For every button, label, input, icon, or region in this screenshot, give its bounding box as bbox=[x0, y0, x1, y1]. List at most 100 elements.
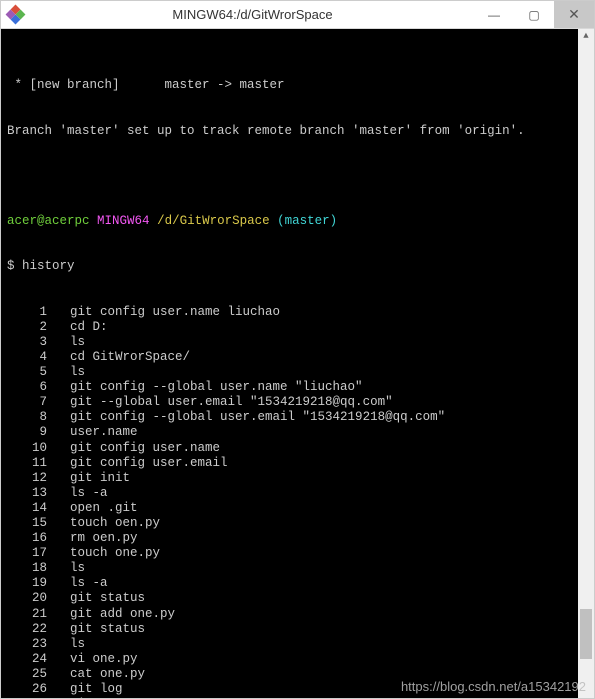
history-command: ls bbox=[70, 335, 85, 349]
history-number: 23 bbox=[7, 637, 47, 652]
history-number: 25 bbox=[7, 667, 47, 682]
history-line: 17 touch one.py bbox=[7, 546, 588, 561]
history-number: 21 bbox=[7, 607, 47, 622]
history-command: cd D: bbox=[70, 320, 108, 334]
history-command: git status bbox=[70, 622, 145, 636]
prompt-userhost: acer@acerpc bbox=[7, 214, 90, 228]
history-command: git init bbox=[70, 471, 130, 485]
history-line: 19 ls -a bbox=[7, 576, 588, 591]
history-line: 21 git add one.py bbox=[7, 607, 588, 622]
minimize-button[interactable]: — bbox=[474, 1, 514, 28]
history-command: git log bbox=[70, 682, 123, 696]
window-title: MINGW64:/d/GitWrorSpace bbox=[31, 7, 474, 22]
output-line: * [new branch] master -> master bbox=[7, 78, 588, 93]
history-number: 18 bbox=[7, 561, 47, 576]
history-number: 10 bbox=[7, 441, 47, 456]
history-number: 14 bbox=[7, 501, 47, 516]
history-line: 4 cd GitWrorSpace/ bbox=[7, 350, 588, 365]
history-number: 17 bbox=[7, 546, 47, 561]
window-controls: — ▢ ✕ bbox=[474, 1, 594, 28]
history-number: 5 bbox=[7, 365, 47, 380]
scrollbar-track[interactable]: ▲ bbox=[578, 29, 594, 698]
prompt-shell: MINGW64 bbox=[97, 214, 150, 228]
history-number: 6 bbox=[7, 380, 47, 395]
history-line: 12 git init bbox=[7, 471, 588, 486]
history-command: git config user.email bbox=[70, 456, 228, 470]
history-command: touch one.py bbox=[70, 546, 160, 560]
history-line: 10 git config user.name bbox=[7, 441, 588, 456]
history-line: 8 git config --global user.email "153421… bbox=[7, 410, 588, 425]
history-command: ls -a bbox=[70, 576, 108, 590]
history-number: 8 bbox=[7, 410, 47, 425]
scroll-up-arrow[interactable]: ▲ bbox=[578, 29, 594, 45]
history-command: ls bbox=[70, 637, 85, 651]
history-number: 22 bbox=[7, 622, 47, 637]
prompt-branch: (master) bbox=[277, 214, 337, 228]
history-command: ls bbox=[70, 365, 85, 379]
blank-line bbox=[7, 169, 588, 184]
mingw-icon bbox=[7, 6, 25, 24]
history-command: cd GitWrorSpace/ bbox=[70, 350, 190, 364]
history-number: 15 bbox=[7, 516, 47, 531]
history-command: ls -a bbox=[70, 486, 108, 500]
history-command: git config --global user.name "liuchao" bbox=[70, 380, 363, 394]
scrollbar-thumb[interactable] bbox=[580, 609, 592, 659]
history-line: 3 ls bbox=[7, 335, 588, 350]
maximize-button[interactable]: ▢ bbox=[514, 1, 554, 28]
history-line: 6 git config --global user.name "liuchao… bbox=[7, 380, 588, 395]
history-number: 19 bbox=[7, 576, 47, 591]
history-command: git add one.py bbox=[70, 607, 175, 621]
history-number: 2 bbox=[7, 320, 47, 335]
history-number: 11 bbox=[7, 456, 47, 471]
history-number: 4 bbox=[7, 350, 47, 365]
history-number: 20 bbox=[7, 591, 47, 606]
history-command: cat one.py bbox=[70, 667, 145, 681]
history-line: 15 touch oen.py bbox=[7, 516, 588, 531]
history-command: rm oen.py bbox=[70, 531, 138, 545]
history-line: 11 git config user.email bbox=[7, 456, 588, 471]
titlebar[interactable]: MINGW64:/d/GitWrorSpace — ▢ ✕ bbox=[1, 1, 594, 29]
history-number: 24 bbox=[7, 652, 47, 667]
history-number: 27 bbox=[7, 697, 47, 698]
prompt-path: /d/GitWrorSpace bbox=[157, 214, 270, 228]
history-list: 1 git config user.name liuchao2 cd D:3 l… bbox=[7, 305, 588, 698]
history-line: 18 ls bbox=[7, 561, 588, 576]
history-line: 13 ls -a bbox=[7, 486, 588, 501]
history-number: 9 bbox=[7, 425, 47, 440]
history-line: 23 ls bbox=[7, 637, 588, 652]
watermark-text: https://blog.csdn.net/a15342192 bbox=[401, 679, 586, 694]
prompt-line: acer@acerpc MINGW64 /d/GitWrorSpace (mas… bbox=[7, 214, 588, 229]
history-command: git status bbox=[70, 591, 145, 605]
history-line: 24 vi one.py bbox=[7, 652, 588, 667]
history-line: 14 open .git bbox=[7, 501, 588, 516]
history-number: 12 bbox=[7, 471, 47, 486]
history-command: touch oen.py bbox=[70, 516, 160, 530]
history-number: 16 bbox=[7, 531, 47, 546]
command-line: $ history bbox=[7, 259, 588, 274]
history-number: 7 bbox=[7, 395, 47, 410]
history-line: 1 git config user.name liuchao bbox=[7, 305, 588, 320]
history-line: 5 ls bbox=[7, 365, 588, 380]
history-command: ls bbox=[70, 561, 85, 575]
output-line: Branch 'master' set up to track remote b… bbox=[7, 124, 588, 139]
history-line: 22 git status bbox=[7, 622, 588, 637]
history-command: git config user.name liuchao bbox=[70, 305, 280, 319]
history-command: open .git bbox=[70, 501, 138, 515]
history-line: 16 rm oen.py bbox=[7, 531, 588, 546]
history-command: vi one.py bbox=[70, 652, 138, 666]
history-command: git config --global user.email "15342192… bbox=[70, 410, 445, 424]
history-line: 9 user.name bbox=[7, 425, 588, 440]
history-line: 7 git --global user.email "1534219218@qq… bbox=[7, 395, 588, 410]
close-button[interactable]: ✕ bbox=[554, 1, 594, 28]
terminal-area[interactable]: ▲ * [new branch] master -> master Branch… bbox=[1, 29, 594, 698]
history-number: 26 bbox=[7, 682, 47, 697]
history-line: 2 cd D: bbox=[7, 320, 588, 335]
history-command: git config user.name bbox=[70, 441, 220, 455]
history-line: 20 git status bbox=[7, 591, 588, 606]
history-number: 13 bbox=[7, 486, 47, 501]
history-command: git status bbox=[70, 697, 145, 698]
history-number: 1 bbox=[7, 305, 47, 320]
history-command: user.name bbox=[70, 425, 138, 439]
history-command: git --global user.email "1534219218@qq.c… bbox=[70, 395, 393, 409]
history-number: 3 bbox=[7, 335, 47, 350]
